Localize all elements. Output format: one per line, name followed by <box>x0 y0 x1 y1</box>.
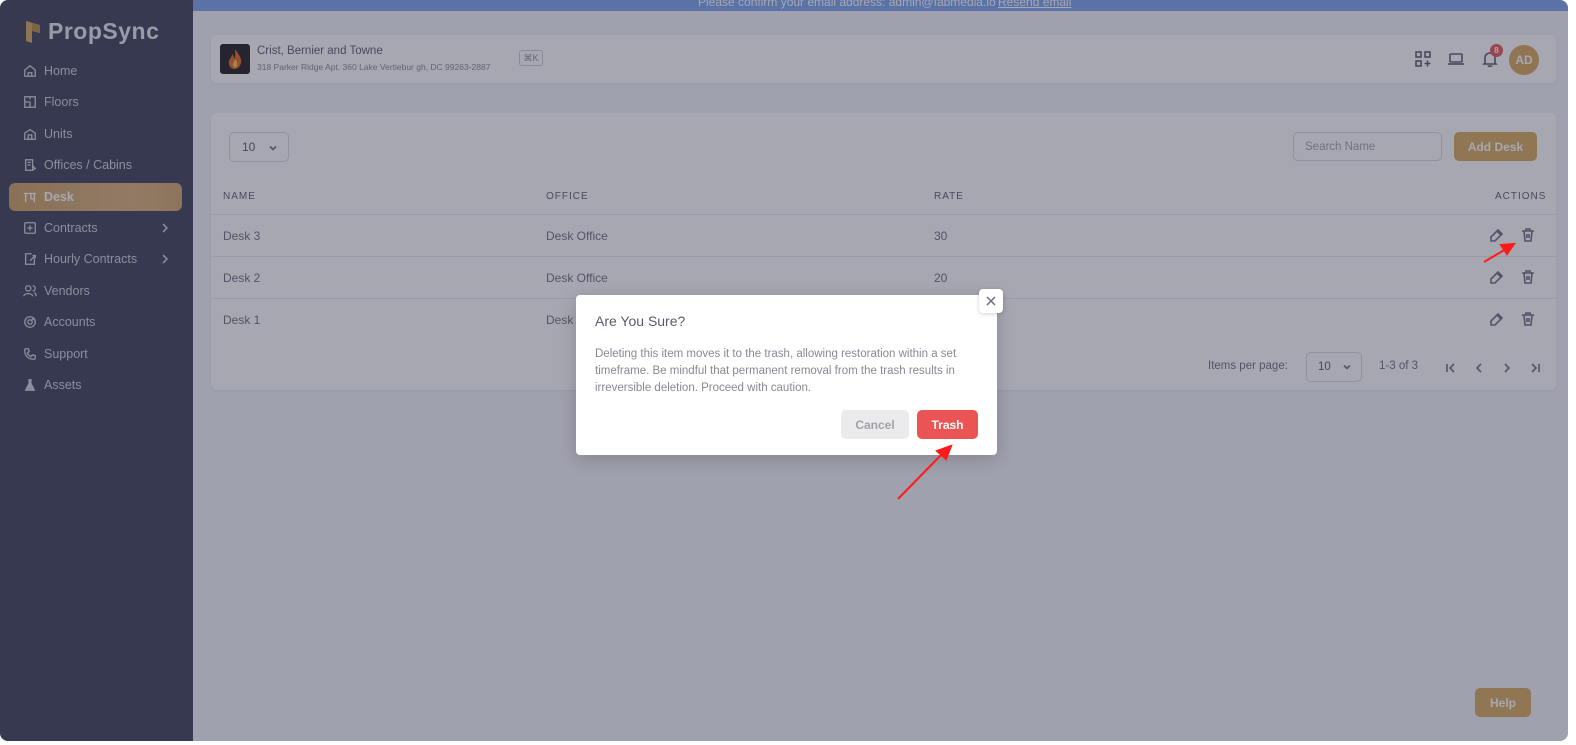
dialog-message: Deleting this item moves it to the trash… <box>595 348 957 394</box>
confirm-delete-dialog: Are You Sure? Deleting this item moves i… <box>576 295 997 455</box>
trash-button[interactable]: Trash <box>917 410 978 439</box>
app-frame: PropSync Home Floors Units Offices / Cab… <box>0 0 1568 741</box>
close-dialog-button[interactable] <box>979 289 1003 313</box>
dialog-title: Are You Sure? <box>595 313 686 329</box>
close-icon <box>986 296 996 306</box>
cancel-button[interactable]: Cancel <box>841 410 909 439</box>
